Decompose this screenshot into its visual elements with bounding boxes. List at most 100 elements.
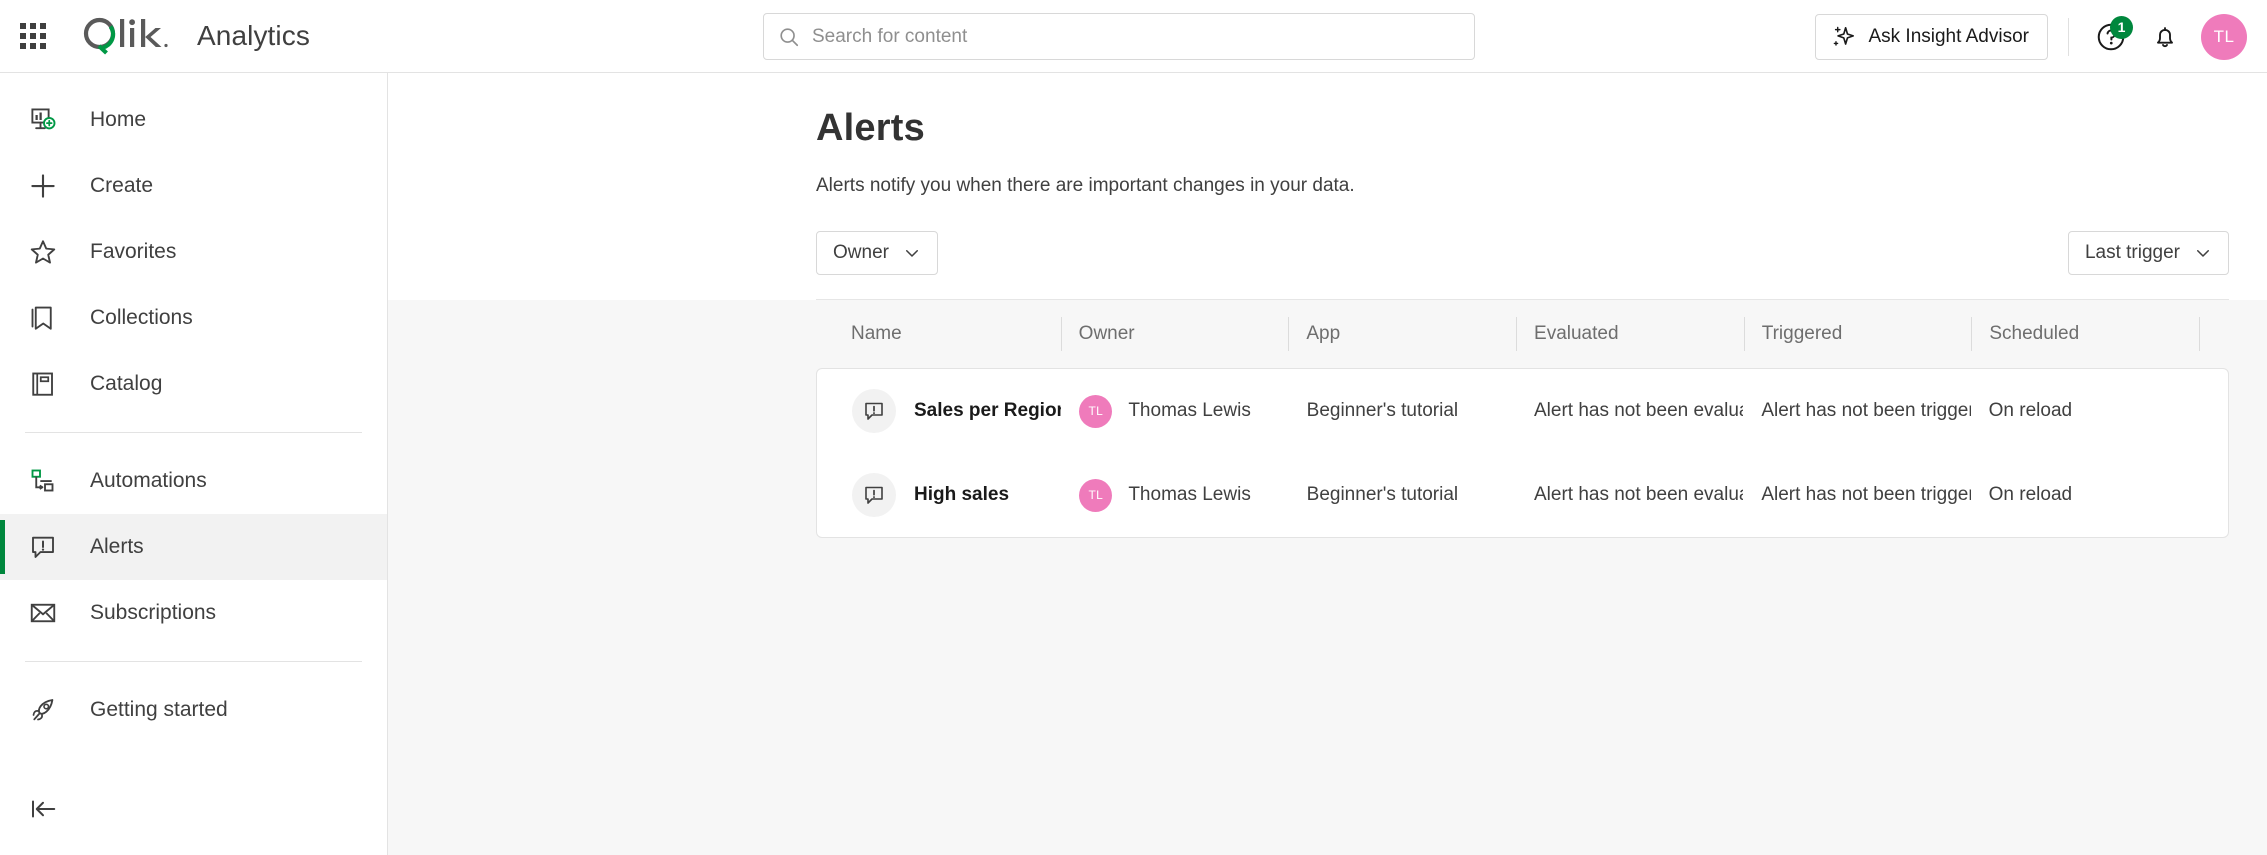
cell-triggered: Alert has not been triggered [1743, 484, 1970, 506]
filter-toolbar: Owner Last trigger [816, 231, 2229, 300]
app-body: Home Create Favorites [0, 73, 2267, 855]
book-icon [24, 369, 62, 399]
ask-insight-advisor-button[interactable]: Ask Insight Advisor [1815, 14, 2048, 60]
sidebar-item-catalog[interactable]: Catalog [0, 351, 387, 417]
sidebar-item-label: Automations [90, 469, 207, 493]
column-header-actions [2199, 317, 2229, 351]
column-header-scheduled[interactable]: Scheduled [1971, 317, 2199, 351]
chevron-down-icon [2194, 244, 2212, 262]
top-bar-actions: Ask Insight Advisor 1 TL [1815, 0, 2247, 73]
sidebar-item-automations[interactable]: Automations [0, 448, 387, 514]
avatar-initials: TL [1089, 488, 1104, 502]
notifications-button[interactable] [2143, 15, 2187, 59]
toolbar-divider [2068, 18, 2069, 56]
alerts-table: Sales per Region TL Thomas Lewis Beginne… [816, 368, 2229, 538]
cell-scheduled: On reload [1971, 484, 2198, 506]
cell-actions [2198, 391, 2228, 431]
alerts-list-area: Name Owner App Evaluated Triggered Sched… [388, 300, 2267, 855]
envelope-icon [24, 598, 62, 628]
avatar-initials: TL [1089, 404, 1104, 418]
sidebar-item-label: Home [90, 108, 146, 132]
sidebar-item-home[interactable]: Home [0, 87, 387, 153]
sidebar-divider [25, 661, 362, 662]
cell-owner: TL Thomas Lewis [1061, 395, 1288, 428]
collapse-sidebar-button[interactable] [0, 785, 120, 833]
search-box[interactable] [763, 13, 1475, 60]
sidebar-navigation: Home Create Favorites [0, 73, 388, 855]
sidebar-item-label: Collections [90, 306, 193, 330]
alert-bubble-icon [852, 473, 896, 517]
column-header-owner[interactable]: Owner [1061, 317, 1289, 351]
sidebar-item-subscriptions[interactable]: Subscriptions [0, 580, 387, 646]
bookmark-icon [24, 303, 62, 333]
sidebar-item-alerts[interactable]: Alerts [0, 514, 387, 580]
star-icon [24, 237, 62, 267]
cell-evaluated: Alert has not been evaluate [1516, 400, 1743, 422]
column-header-app[interactable]: App [1288, 317, 1516, 351]
owner-name: Thomas Lewis [1128, 400, 1251, 422]
cell-app: Beginner's tutorial [1289, 400, 1516, 422]
cell-owner: TL Thomas Lewis [1061, 479, 1288, 512]
cell-app: Beginner's tutorial [1289, 484, 1516, 506]
alert-bubble-icon [24, 532, 62, 562]
column-header-triggered[interactable]: Triggered [1744, 317, 1972, 351]
main-content: Alerts Alerts notify you when there are … [388, 73, 2267, 855]
sparkle-icon [1831, 24, 1857, 50]
rocket-icon [24, 695, 62, 725]
plus-icon [24, 171, 62, 201]
sidebar-item-label: Catalog [90, 372, 162, 396]
table-row[interactable]: Sales per Region TL Thomas Lewis Beginne… [817, 369, 2228, 453]
top-navigation-bar: Analytics Ask Insight Advisor [0, 0, 2267, 73]
search-icon [778, 26, 800, 48]
alert-bubble-icon [852, 389, 896, 433]
sort-label: Last trigger [2085, 242, 2180, 264]
bell-icon [2150, 22, 2180, 52]
table-row[interactable]: High sales TL Thomas Lewis Beginner's tu… [817, 453, 2228, 537]
avatar: TL [1079, 479, 1112, 512]
owner-filter-label: Owner [833, 242, 889, 264]
grid-apps-icon[interactable] [20, 23, 46, 49]
cell-name: Sales per Region [834, 389, 1061, 433]
global-search[interactable] [763, 13, 1475, 60]
product-name: Analytics [197, 20, 310, 52]
cell-evaluated: Alert has not been evaluate [1516, 484, 1743, 506]
help-notification-badge: 1 [2110, 16, 2133, 39]
cell-scheduled: On reload [1971, 400, 2198, 422]
collapse-left-icon [28, 794, 58, 824]
home-chart-icon [24, 105, 62, 135]
sidebar-divider [25, 432, 362, 433]
chevron-down-icon [903, 244, 921, 262]
sidebar-item-label: Subscriptions [90, 601, 216, 625]
alert-name: Sales per Region [914, 400, 1061, 422]
sidebar-item-create[interactable]: Create [0, 153, 387, 219]
owner-name: Thomas Lewis [1128, 484, 1251, 506]
qlik-logo[interactable]: Analytics [79, 16, 310, 56]
automations-icon [24, 466, 62, 496]
column-header-name[interactable]: Name [833, 317, 1061, 351]
page-header: Alerts Alerts notify you when there are … [388, 73, 2267, 300]
sidebar-item-label: Alerts [90, 535, 144, 559]
sidebar-item-favorites[interactable]: Favorites [0, 219, 387, 285]
search-input[interactable] [812, 26, 1412, 48]
cell-name: High sales [834, 473, 1061, 517]
user-avatar[interactable]: TL [2201, 14, 2247, 60]
alert-name: High sales [914, 484, 1009, 506]
avatar: TL [1079, 395, 1112, 428]
sidebar-item-label: Favorites [90, 240, 176, 264]
cell-actions [2198, 475, 2228, 515]
sidebar-item-collections[interactable]: Collections [0, 285, 387, 351]
cell-triggered: Alert has not been triggered [1743, 400, 1970, 422]
help-button[interactable]: 1 [2089, 15, 2133, 59]
sidebar-item-label: Create [90, 174, 153, 198]
table-header-row: Name Owner App Evaluated Triggered Sched… [816, 300, 2229, 368]
user-avatar-initials: TL [2214, 27, 2235, 47]
sidebar-item-getting-started[interactable]: Getting started [0, 677, 387, 743]
page-title: Alerts [816, 107, 2267, 150]
page-subtitle: Alerts notify you when there are importa… [816, 175, 2267, 197]
column-header-evaluated[interactable]: Evaluated [1516, 317, 1744, 351]
owner-filter-dropdown[interactable]: Owner [816, 231, 938, 275]
qlik-logo-mark [79, 16, 184, 56]
ask-insight-advisor-label: Ask Insight Advisor [1868, 26, 2029, 48]
sort-dropdown[interactable]: Last trigger [2068, 231, 2229, 275]
qlik-analytics-app: Analytics Ask Insight Advisor [0, 0, 2267, 855]
